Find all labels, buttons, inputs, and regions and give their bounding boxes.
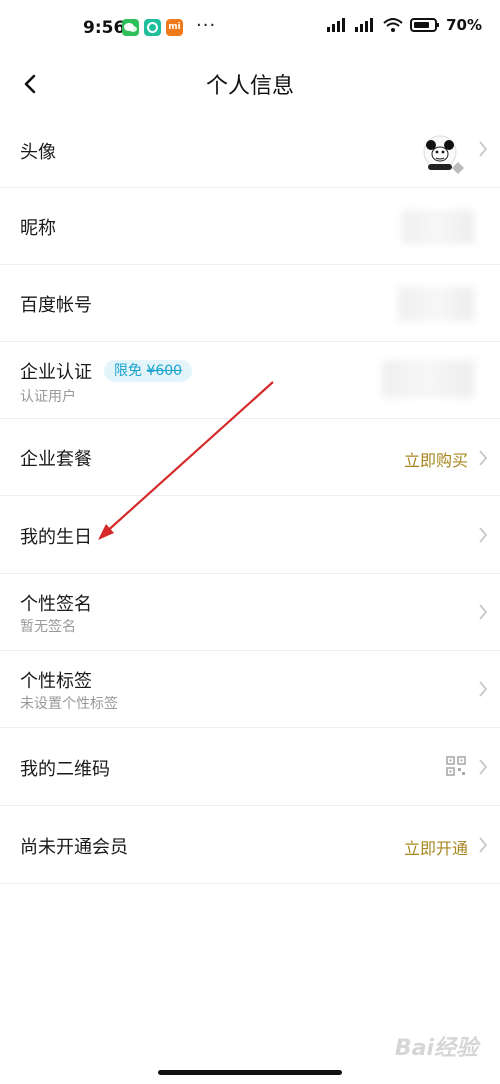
row-title-enterprise-package: 企业套餐	[20, 449, 92, 470]
row-subtitle-enterprise-cert: 认证用户	[20, 389, 76, 405]
page-title: 个人信息	[205, 74, 294, 99]
row-title-qrcode: 我的二维码	[20, 759, 110, 780]
blurred-cert-value	[382, 360, 474, 398]
badge-prefix: 限免	[114, 363, 142, 379]
chevron-right-icon	[479, 450, 488, 466]
nav-bar: 个人信息	[0, 56, 500, 112]
avatar[interactable]	[418, 128, 466, 176]
row-membership[interactable]: 尚未开通会员 立即开通	[0, 806, 500, 884]
row-title-birthday: 我的生日	[20, 527, 92, 548]
home-indicator[interactable]	[158, 1070, 342, 1075]
status-time: 9:56	[83, 18, 126, 38]
row-title-enterprise-cert: 企业认证	[20, 362, 92, 383]
mi-icon: mi	[166, 19, 183, 36]
chevron-right-icon	[479, 604, 488, 620]
chevron-right-icon	[479, 141, 488, 157]
watermark: Bai经验	[394, 1036, 478, 1061]
more-notifications-icon: ···	[196, 15, 217, 36]
row-avatar[interactable]: 头像	[0, 112, 500, 188]
chevron-right-icon	[479, 759, 488, 775]
row-title-baidu-account: 百度帐号	[20, 295, 92, 316]
profile-settings-list: 头像 昵称 百度帐号 企业认证 认证用户 限免 ¥600 企业套餐 立即购买 我…	[0, 112, 500, 884]
battery-percent: 70%	[446, 16, 482, 34]
shield-icon	[144, 19, 161, 36]
row-nickname[interactable]: 昵称	[0, 188, 500, 265]
row-title-tags: 个性标签	[20, 671, 92, 692]
chevron-right-icon	[479, 527, 488, 543]
row-title-membership: 尚未开通会员	[20, 837, 128, 858]
row-enterprise-package[interactable]: 企业套餐 立即购买	[0, 419, 500, 496]
status-right-cluster: 70%	[326, 16, 482, 34]
status-bar: 9:56 mi ··· 70%	[0, 0, 500, 56]
signal-icon-2	[355, 18, 374, 32]
signal-icon	[327, 18, 346, 32]
free-limited-badge: 限免 ¥600	[104, 360, 193, 382]
row-signature[interactable]: 个性签名 暂无签名	[0, 574, 500, 651]
chevron-right-icon	[479, 681, 488, 697]
blurred-account-value	[398, 287, 474, 321]
qrcode-icon	[446, 756, 466, 776]
row-subtitle-tags: 未设置个性标签	[20, 696, 118, 712]
battery-icon	[410, 18, 440, 32]
wifi-icon	[383, 18, 403, 32]
buy-now-link[interactable]: 立即购买	[404, 447, 468, 471]
row-title-avatar: 头像	[20, 142, 56, 163]
row-tags[interactable]: 个性标签 未设置个性标签	[0, 651, 500, 728]
blurred-nickname-value	[402, 210, 474, 244]
activate-now-link[interactable]: 立即开通	[404, 835, 468, 859]
row-birthday[interactable]: 我的生日	[0, 496, 500, 574]
row-title-nickname: 昵称	[20, 218, 56, 239]
row-qrcode[interactable]: 我的二维码	[0, 728, 500, 806]
row-baidu-account[interactable]: 百度帐号	[0, 265, 500, 342]
row-enterprise-cert[interactable]: 企业认证 认证用户 限免 ¥600	[0, 342, 500, 419]
chevron-right-icon	[479, 837, 488, 853]
row-title-signature: 个性签名	[20, 594, 92, 615]
row-subtitle-signature: 暂无签名	[20, 619, 76, 635]
badge-original-price: ¥600	[146, 363, 183, 379]
wechat-icon	[122, 19, 139, 36]
